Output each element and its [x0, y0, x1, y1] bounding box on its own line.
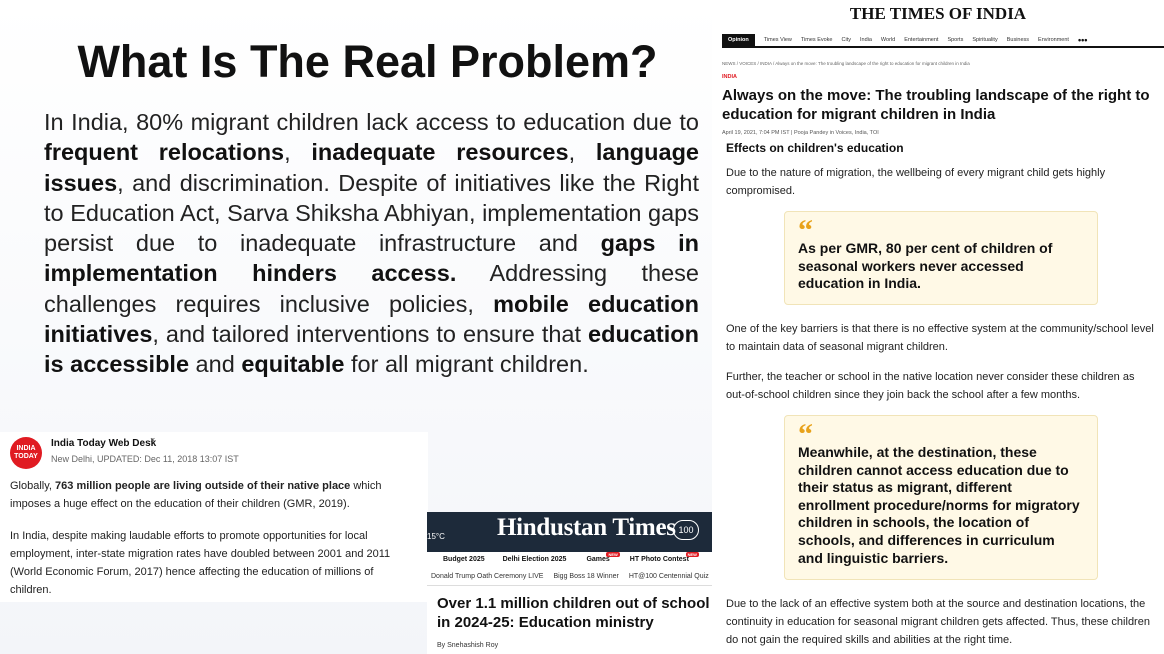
toi-nav-times-evoke[interactable]: Times Evoke: [801, 37, 833, 43]
toi-section-heading: Effects on children's education: [726, 141, 904, 155]
toi-paragraph-3: Further, the teacher or school in the na…: [726, 371, 1135, 401]
ht-headline: Over 1.1 million children out of school …: [437, 595, 710, 631]
toi-nav-world[interactable]: World: [881, 37, 895, 43]
toi-nav-sports[interactable]: Sports: [947, 37, 963, 43]
pull-quote-text: Meanwhile, at the destination, these chi…: [798, 444, 1080, 566]
breadcrumb[interactable]: NEWS / VOICES / INDIA / Always on the mo…: [722, 61, 970, 66]
close-icon[interactable]: ×: [150, 435, 155, 445]
toi-nav-times-view[interactable]: Times View: [764, 37, 792, 43]
hindustan-times-clipping: 15°C Hindustan Times 100 Budget 2025 Del…: [427, 512, 712, 654]
slide-body-run: ,: [568, 139, 596, 166]
slide-body-run: ,: [284, 139, 312, 166]
toi-nav-entertainment[interactable]: Entertainment: [904, 37, 938, 43]
ht-byline: By Snehashish Roy: [437, 642, 499, 649]
toi-nav-india[interactable]: India: [860, 37, 872, 43]
slide-body-emphasis: equitable: [241, 351, 345, 378]
ht-trending-bar: Donald Trump Oath Ceremony LIVE Bigg Bos…: [427, 570, 712, 586]
ht-nav: Budget 2025 Delhi Election 2025 Games NEW…: [427, 552, 712, 570]
slide-body-run: for all migrant children.: [344, 351, 589, 378]
toi-nav-city[interactable]: City: [842, 37, 851, 43]
slide-body-text: In India, 80% migrant children lack acce…: [44, 107, 699, 380]
pull-quote-1: “ As per GMR, 80 per cent of children of…: [784, 211, 1098, 305]
toi-nav-business[interactable]: Business: [1007, 37, 1029, 43]
toi-category-tag[interactable]: INDIA: [722, 74, 737, 80]
ht-nav-games[interactable]: Games NEW: [586, 552, 620, 570]
slide-title: What Is The Real Problem?: [77, 36, 658, 87]
toi-nav-environment[interactable]: Environment: [1038, 37, 1069, 43]
new-badge: NEW: [685, 552, 699, 557]
slide-body-emphasis: frequent relocations: [44, 139, 285, 166]
india-today-clipping: INDIA TODAY India Today Web Desk × New D…: [0, 432, 428, 602]
toi-masthead[interactable]: THE TIMES OF INDIA: [712, 4, 1164, 24]
ht-nav-delhi-election[interactable]: Delhi Election 2025: [503, 552, 567, 570]
toi-byline: April 19, 2021, 7:04 PM IST | Pooja Pand…: [722, 130, 879, 136]
quote-icon: “: [798, 418, 813, 451]
new-badge: NEW: [606, 552, 620, 557]
india-today-logo: INDIA TODAY: [10, 437, 42, 469]
more-icon[interactable]: •••: [1078, 35, 1087, 45]
hindustan-times-logo[interactable]: Hindustan Times: [497, 514, 676, 542]
ht-nav-photo-contest[interactable]: HT Photo Contest NEW: [630, 552, 699, 570]
india-today-paragraph-1: Globally, 763 million people are living …: [10, 480, 382, 510]
quote-icon: “: [798, 214, 813, 247]
ht-trending-item[interactable]: Donald Trump Oath Ceremony LIVE: [431, 570, 543, 585]
ht-nav-budget[interactable]: Budget 2025: [443, 552, 485, 570]
india-today-author: India Today Web Desk: [51, 438, 157, 449]
india-today-paragraph-2: In India, despite making laudable effort…: [10, 530, 391, 596]
ht-trending-item[interactable]: HT@100 Centennial Quiz: [629, 570, 709, 585]
ht-100-badge: 100: [673, 520, 699, 540]
times-of-india-clipping: THE TIMES OF INDIA Opinion Times View Ti…: [712, 0, 1164, 654]
toi-nav: Opinion Times View Times Evoke City Indi…: [722, 33, 1164, 48]
toi-nav-spirituality[interactable]: Spirituality: [972, 37, 997, 43]
toi-paragraph-4: Due to the lack of an effective system b…: [726, 598, 1150, 646]
ht-header-bar: 15°C Hindustan Times 100: [427, 512, 712, 552]
slide-body-run: In India, 80% migrant children lack acce…: [44, 109, 699, 135]
slide-body-run: , and tailored interventions to ensure t…: [152, 321, 589, 348]
toi-paragraph-2: One of the key barriers is that there is…: [726, 323, 1154, 353]
pull-quote-2: “ Meanwhile, at the destination, these c…: [784, 415, 1098, 580]
toi-paragraph-1: Due to the nature of migration, the well…: [726, 167, 1106, 197]
slide-body-run: and: [189, 351, 242, 378]
slide-body-emphasis: inadequate resources: [311, 139, 569, 166]
ht-trending-item[interactable]: Bigg Boss 18 Winner: [553, 570, 618, 585]
india-today-dateline: New Delhi, UPDATED: Dec 11, 2018 13:07 I…: [51, 454, 239, 464]
toi-headline: Always on the move: The troubling landsc…: [722, 87, 1150, 123]
weather-temperature: 15°C: [427, 532, 445, 541]
toi-nav-opinion[interactable]: Opinion: [722, 33, 755, 46]
pull-quote-text: As per GMR, 80 per cent of children of s…: [798, 240, 1053, 292]
